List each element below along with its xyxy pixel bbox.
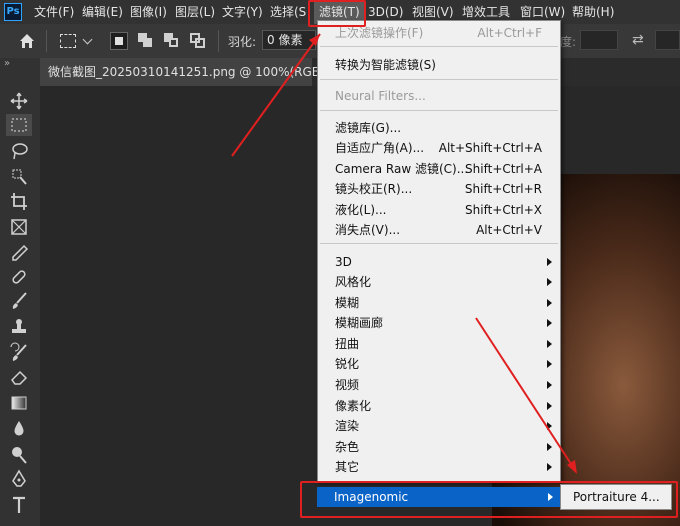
annotation-arrow-to-submenu	[475, 317, 576, 471]
annotation-arrows	[231, 33, 577, 474]
annotation-arrow-to-filter	[231, 33, 321, 157]
